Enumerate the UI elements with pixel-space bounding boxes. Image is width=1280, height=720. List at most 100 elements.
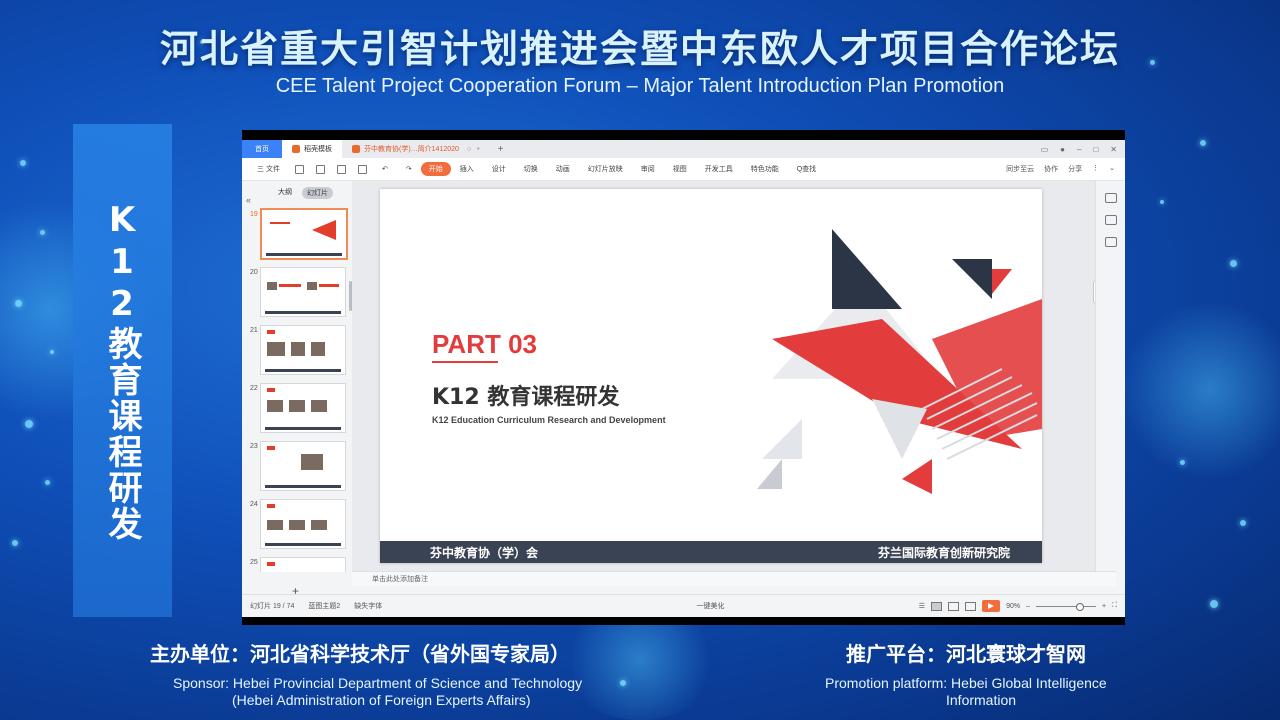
slide-thumbnail-25[interactable] (260, 557, 346, 572)
slide-title: K12 教育课程研发 (432, 385, 620, 410)
slide-thumbnail-24[interactable] (260, 499, 346, 549)
print-icon[interactable] (336, 164, 346, 174)
ppt-file-icon (352, 145, 360, 153)
notes-field[interactable]: 单击此处添加备注 (352, 571, 1116, 586)
maximize-icon[interactable]: □ (1093, 145, 1098, 154)
play-slideshow-button[interactable] (982, 600, 1001, 612)
slide-thumbnail-20[interactable] (260, 267, 346, 317)
ribbon-tab-insert[interactable]: 插入 (451, 164, 483, 174)
close-tab-icon[interactable]: • (477, 146, 479, 153)
layout-icon[interactable]: ▭ (1041, 145, 1049, 154)
slide-number: 23 (250, 443, 258, 450)
theme-name[interactable]: 蓝图主题2 (308, 601, 340, 611)
close-icon[interactable]: ✕ (1110, 145, 1117, 154)
right-toolbar (1095, 181, 1125, 571)
sponsor-en-line2: (Hebei Administration of Foreign Experts… (232, 692, 531, 708)
zoom-out-icon[interactable]: – (1026, 603, 1030, 610)
ribbon-tab-start[interactable]: 开始 (420, 162, 451, 176)
zoom-level: 90% (1006, 602, 1021, 610)
open-icon[interactable] (294, 164, 304, 174)
shared-screen: 首页 稻壳模板 芬中教育协(学)…简介1412020 ○ • + ▭ ● – □… (242, 130, 1125, 625)
tab-slides[interactable]: 幻灯片 (302, 187, 333, 199)
slide-number: 21 (250, 327, 258, 334)
missing-font-button[interactable]: 缺失字体 (354, 601, 382, 611)
new-tab-button[interactable]: + (490, 144, 512, 155)
collaborate-button[interactable]: 协作 (1044, 164, 1058, 174)
shape-red-bottom (902, 459, 932, 494)
sponsor-en-line1: Sponsor: Hebei Provincial Department of … (173, 675, 583, 691)
window-controls: ▭ ● – □ ✕ (1041, 145, 1125, 154)
reading-view-icon[interactable] (965, 601, 977, 611)
shape-grey-small (757, 459, 782, 489)
ribbon-tab-developer[interactable]: 开发工具 (696, 164, 742, 174)
tab-document[interactable]: 芬中教育协(学)…简介1412020 ○ • (342, 140, 490, 158)
zoom-slider[interactable] (1036, 602, 1096, 611)
slide-part-underline (432, 361, 498, 363)
file-menu[interactable]: 三 文件 (248, 164, 289, 174)
tab-templates[interactable]: 稻壳模板 (282, 140, 342, 158)
slide-footer-left: 芬中教育协（学）会 (430, 545, 539, 560)
collapse-ribbon-icon[interactable]: ⌄ (1109, 164, 1115, 174)
slide-counter: 幻灯片 19 / 74 (250, 603, 295, 610)
zoom-slider-knob[interactable] (1076, 602, 1084, 611)
side-label: K12教育课程研发 (102, 199, 142, 542)
unsaved-dot-icon: ○ (466, 145, 472, 153)
presentation-app-window: 首页 稻壳模板 芬中教育协(学)…简介1412020 ○ • + ▭ ● – □… (242, 140, 1125, 617)
forum-subtitle: CEE Talent Project Cooperation Forum – M… (275, 75, 1005, 97)
notes-toggle-icon[interactable]: ☰ (919, 602, 925, 610)
tab-home[interactable]: 首页 (242, 140, 282, 158)
ribbon-tab-view[interactable]: 视图 (664, 164, 696, 174)
collapse-panel-icon[interactable]: « (246, 195, 251, 205)
slide-thumbnail-22[interactable] (260, 383, 346, 433)
more-icon[interactable]: ⋮ (1092, 164, 1099, 174)
beautify-button[interactable]: 一键美化 (697, 603, 725, 610)
backup-icon[interactable] (1104, 237, 1117, 247)
shape-pale-triangle (762, 419, 802, 459)
slide-number: 24 (250, 501, 258, 508)
fit-window-icon[interactable]: ⛶ (1112, 602, 1117, 610)
slide-thumbnail-23[interactable] (260, 441, 346, 491)
ribbon-search[interactable]: Q查找 (788, 164, 825, 174)
minimize-icon[interactable]: – (1077, 145, 1081, 154)
redo-icon[interactable]: ↷ (397, 165, 421, 173)
slide-footer-right: 芬兰国际教育创新研究院 (877, 545, 1010, 560)
current-slide[interactable]: PART 03 K12 教育课程研发 K12 Education Curricu… (380, 189, 1042, 563)
zoom-in-icon[interactable]: + (1102, 603, 1106, 610)
normal-view-icon[interactable] (931, 601, 943, 611)
share-button[interactable]: 分享 (1068, 164, 1082, 174)
thumbnail-tabs: 大纲 幻灯片 (242, 181, 350, 199)
slide-thumbnail-21[interactable] (260, 325, 346, 375)
preview-icon[interactable] (357, 164, 367, 174)
ribbon-right-actions: 同步至云 协作 分享 ⋮ ⌄ (1006, 164, 1125, 174)
sync-cloud-button[interactable]: 同步至云 (1006, 164, 1034, 174)
slide-thumbnail-19[interactable] (260, 208, 348, 260)
ribbon-tab-transition[interactable]: 切换 (515, 164, 547, 174)
ribbon: 三 文件 ↶ ↷ 开始 插入 设计 切换 动画 幻灯片放映 审阅 视图 开发工具… (242, 158, 1125, 181)
tab-outline[interactable]: 大纲 (278, 187, 292, 199)
tab-bar: 首页 稻壳模板 芬中教育协(学)…简介1412020 ○ • + ▭ ● – □… (242, 140, 1125, 158)
side-label-panel: K12教育课程研发 (73, 124, 172, 617)
sorter-view-icon[interactable] (948, 601, 960, 611)
slide-number: 22 (250, 385, 258, 392)
ribbon-tab-slideshow[interactable]: 幻灯片放映 (579, 164, 632, 174)
slide-number: 25 (250, 559, 258, 566)
ribbon-tab-design[interactable]: 设计 (483, 164, 515, 174)
slide-number: 20 (250, 269, 258, 276)
ribbon-tab-animation[interactable]: 动画 (547, 164, 579, 174)
ribbon-tab-features[interactable]: 特色功能 (742, 164, 788, 174)
animation-pane-icon[interactable] (1104, 215, 1117, 225)
undo-icon[interactable]: ↶ (373, 165, 397, 173)
save-icon[interactable] (315, 164, 325, 174)
shape-navy-triangle (832, 229, 902, 309)
ribbon-tab-review[interactable]: 审阅 (632, 164, 664, 174)
slide-part-label: PART 03 (432, 329, 537, 359)
status-bar: 幻灯片 19 / 74 蓝图主题2 缺失字体 一键美化 ☰ 90% – + ⛶ (242, 594, 1125, 617)
promotion-en-line1: Promotion platform: Hebei Global Intelli… (825, 675, 1107, 691)
slide-geometric-art (757, 229, 1042, 494)
slide-footer-band: 芬中教育协（学）会 芬兰国际教育创新研究院 (380, 541, 1042, 563)
properties-icon[interactable] (1104, 193, 1117, 203)
shape-red-small-triangle (992, 269, 1012, 294)
avatar-icon[interactable]: ● (1060, 145, 1065, 154)
slide-number: 19 (250, 211, 258, 218)
slide-canvas-area: PART 03 K12 教育课程研发 K12 Education Curricu… (352, 181, 1096, 571)
